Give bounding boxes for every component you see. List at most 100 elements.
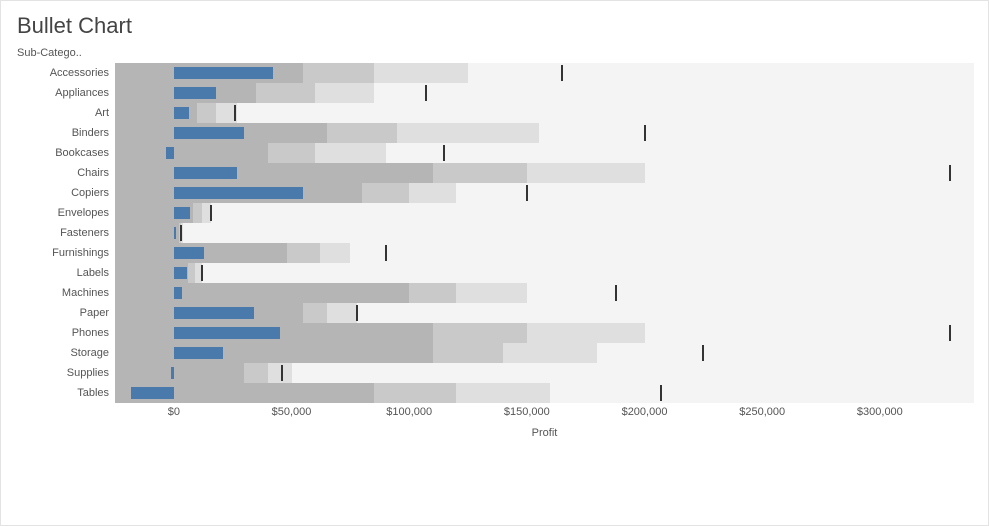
target-marker xyxy=(644,125,646,141)
qualitative-band xyxy=(256,83,315,103)
measure-bar xyxy=(171,367,174,379)
y-tick-label: Supplies xyxy=(15,363,115,383)
target-marker xyxy=(425,85,427,101)
qualitative-band xyxy=(244,363,268,383)
measure-bar xyxy=(174,87,216,99)
bullet-row xyxy=(115,103,974,123)
qualitative-band xyxy=(315,143,386,163)
qualitative-band xyxy=(433,163,527,183)
qualitative-band xyxy=(183,223,185,243)
target-marker xyxy=(949,325,951,341)
bullet-row xyxy=(115,123,974,143)
target-marker xyxy=(281,365,283,381)
measure-bar xyxy=(174,127,245,139)
target-marker xyxy=(949,165,951,181)
bullet-row xyxy=(115,303,974,323)
qualitative-band xyxy=(456,183,527,203)
measure-bar xyxy=(166,147,174,159)
qualitative-band xyxy=(386,143,445,163)
qualitative-band xyxy=(527,283,616,303)
qualitative-band xyxy=(645,323,786,343)
qualitative-band xyxy=(237,103,256,123)
measure-bar xyxy=(174,327,280,339)
qualitative-band xyxy=(188,263,195,283)
measure-bar xyxy=(174,247,205,259)
qualitative-band xyxy=(327,123,398,143)
target-marker xyxy=(660,385,662,401)
y-tick-label: Appliances xyxy=(15,83,115,103)
measure-bar xyxy=(174,167,238,179)
qualitative-band xyxy=(115,283,409,303)
bullet-row xyxy=(115,83,974,103)
y-tick-label: Binders xyxy=(15,123,115,143)
target-marker xyxy=(561,65,563,81)
target-marker xyxy=(526,185,528,201)
measure-bar xyxy=(174,307,254,319)
measure-bar xyxy=(174,347,223,359)
plot-area xyxy=(115,63,974,403)
y-tick-label: Machines xyxy=(15,283,115,303)
y-tick-label: Chairs xyxy=(15,163,115,183)
bullet-row xyxy=(115,363,974,383)
y-tick-label: Labels xyxy=(15,263,115,283)
bullet-row xyxy=(115,183,974,203)
target-marker xyxy=(201,265,203,281)
qualitative-band xyxy=(193,203,202,223)
qualitative-band xyxy=(456,383,550,403)
measure-bar xyxy=(174,107,189,119)
qualitative-band xyxy=(409,183,456,203)
qualitative-band xyxy=(268,363,292,383)
target-marker xyxy=(210,205,212,221)
qualitative-band xyxy=(527,323,645,343)
y-tick-label: Paper xyxy=(15,303,115,323)
qualitative-band xyxy=(350,243,385,263)
chart-card: Bullet Chart Sub-Catego.. AccessoriesApp… xyxy=(0,0,989,526)
x-tick-label: $100,000 xyxy=(386,406,432,418)
qualitative-band xyxy=(503,343,597,363)
qualitative-band xyxy=(202,263,209,283)
measure-bar xyxy=(174,187,303,199)
target-marker xyxy=(356,305,358,321)
x-axis-ticks: $0$50,000$100,000$150,000$200,000$250,00… xyxy=(115,403,974,421)
y-tick-label: Phones xyxy=(15,323,115,343)
qualitative-band xyxy=(397,123,538,143)
bullet-row xyxy=(115,283,974,303)
bullet-row xyxy=(115,203,974,223)
qualitative-band xyxy=(115,143,268,163)
y-tick-label: Envelopes xyxy=(15,203,115,223)
bullet-row xyxy=(115,323,974,343)
qualitative-band xyxy=(409,283,456,303)
x-tick-label: $250,000 xyxy=(739,406,785,418)
qualitative-band xyxy=(320,243,351,263)
y-tick-label: Furnishings xyxy=(15,243,115,263)
bullet-row xyxy=(115,143,974,163)
bullet-row xyxy=(115,263,974,283)
qualitative-band xyxy=(597,343,703,363)
qualitative-band xyxy=(645,163,786,183)
x-axis: $0$50,000$100,000$150,000$200,000$250,00… xyxy=(115,403,974,449)
qualitative-band xyxy=(303,63,374,83)
qualitative-band xyxy=(315,83,374,103)
x-tick-label: $200,000 xyxy=(622,406,668,418)
y-tick-label: Fasteners xyxy=(15,223,115,243)
qualitative-band xyxy=(292,363,316,383)
chart-title: Bullet Chart xyxy=(17,13,974,39)
target-marker xyxy=(615,285,617,301)
y-tick-label: Bookcases xyxy=(15,143,115,163)
qualitative-band xyxy=(374,383,456,403)
target-marker xyxy=(443,145,445,161)
x-tick-label: $300,000 xyxy=(857,406,903,418)
y-tick-label: Accessories xyxy=(15,63,115,83)
qualitative-band xyxy=(115,343,433,363)
measure-bar xyxy=(174,287,182,299)
bullet-row xyxy=(115,243,974,263)
qualitative-band xyxy=(468,63,562,83)
measure-bar xyxy=(174,267,187,279)
x-tick-label: $0 xyxy=(168,406,180,418)
target-marker xyxy=(385,245,387,261)
qualitative-band xyxy=(115,223,179,243)
bullet-row xyxy=(115,223,974,243)
target-marker xyxy=(234,105,236,121)
qualitative-band xyxy=(550,383,661,403)
qualitative-band xyxy=(357,303,397,323)
